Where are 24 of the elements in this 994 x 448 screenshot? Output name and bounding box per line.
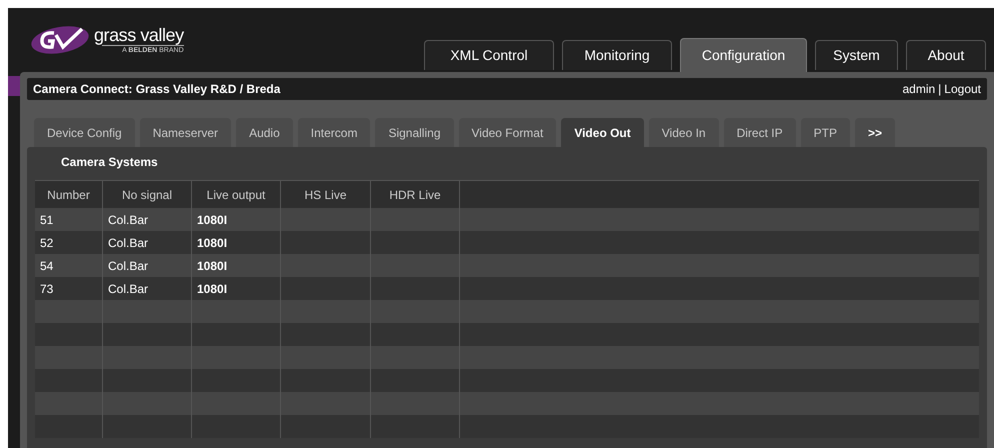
nav-tab[interactable]: System — [815, 40, 898, 70]
nav-tab[interactable]: Monitoring — [562, 40, 672, 70]
accent-strip — [8, 76, 20, 96]
sub-tab[interactable]: Video In — [648, 118, 719, 147]
sub-tab[interactable]: Device Config — [34, 118, 135, 147]
nav-tab[interactable]: About — [906, 40, 986, 70]
logout-link[interactable]: Logout — [944, 80, 981, 98]
sub-tab[interactable]: Signalling — [375, 118, 454, 147]
sub-tab[interactable]: Direct IP — [724, 118, 796, 147]
nav-tab[interactable]: Configuration — [680, 38, 807, 72]
sub-tab[interactable]: Nameserver — [140, 118, 232, 147]
sub-tab[interactable]: Video Out — [561, 118, 644, 147]
username: admin — [902, 81, 936, 98]
logo-wordmark: grass valley — [94, 25, 184, 45]
sub-tab[interactable]: >> — [854, 118, 895, 147]
sub-tab[interactable]: PTP — [800, 118, 850, 147]
logo-icon — [30, 25, 90, 55]
nav-tab[interactable]: XML Control — [424, 40, 554, 70]
sub-tab[interactable]: Audio — [236, 118, 293, 147]
title-text: Camera Connect: Grass Valley R&D / Breda — [33, 81, 280, 98]
sub-tab[interactable]: Video Format — [458, 118, 556, 147]
separator: | — [938, 81, 942, 98]
sub-tab[interactable]: Intercom — [298, 118, 370, 147]
section-title: Camera Systems — [61, 155, 159, 171]
